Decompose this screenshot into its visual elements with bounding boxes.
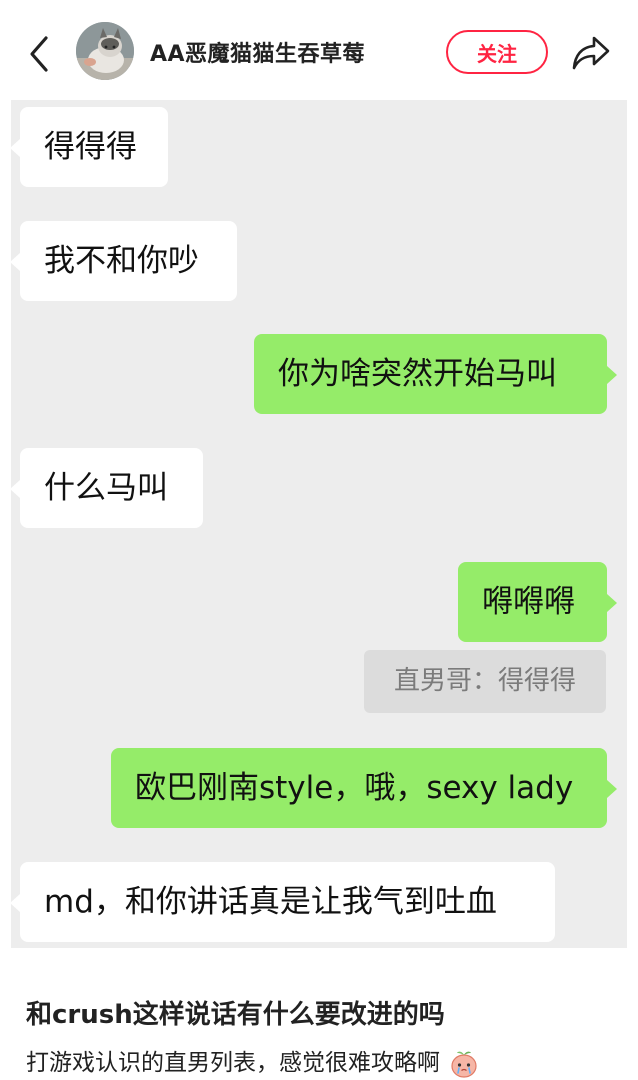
post-title: 和crush这样说话有什么要改进的吗: [26, 1000, 445, 1030]
username[interactable]: AA恶魔猫猫生吞草莓: [150, 36, 365, 68]
back-arrow-icon[interactable]: [22, 34, 58, 74]
message-bubble-received: 我不和你吵: [10, 221, 237, 301]
message-bubble-received: md，和你讲话真是让我气到吐血: [10, 862, 555, 942]
cat-avatar: [76, 22, 134, 80]
message-bubble-sent: 嘚嘚嘚: [458, 562, 617, 642]
message-bubble-sent: 你为啥突然开始马叫: [254, 334, 617, 414]
message-bubble-received: 什么马叫: [10, 448, 203, 528]
share-icon[interactable]: [570, 32, 612, 72]
follow-button[interactable]: 关注: [446, 30, 548, 74]
avatar[interactable]: [76, 22, 134, 80]
post-body-text: 打游戏认识的直男列表，感觉很难攻略啊: [26, 1050, 440, 1076]
chat-screenshot: 得得得 我不和你吵 你为啥突然开始马叫 什么马叫 嘚嘚嘚 直男哥：得得得 欧巴刚…: [10, 100, 627, 948]
crying-peach-emoji-icon: [451, 1051, 477, 1078]
top-bar: AA恶魔猫猫生吞草莓 关注: [0, 0, 638, 100]
message-bubble-received: 得得得: [10, 107, 168, 187]
quoted-message: 直男哥：得得得: [364, 650, 606, 713]
post-body: 打游戏认识的直男列表，感觉很难攻略啊: [26, 1043, 479, 1079]
message-bubble-sent: 欧巴刚南style，哦，sexy lady: [111, 748, 617, 828]
